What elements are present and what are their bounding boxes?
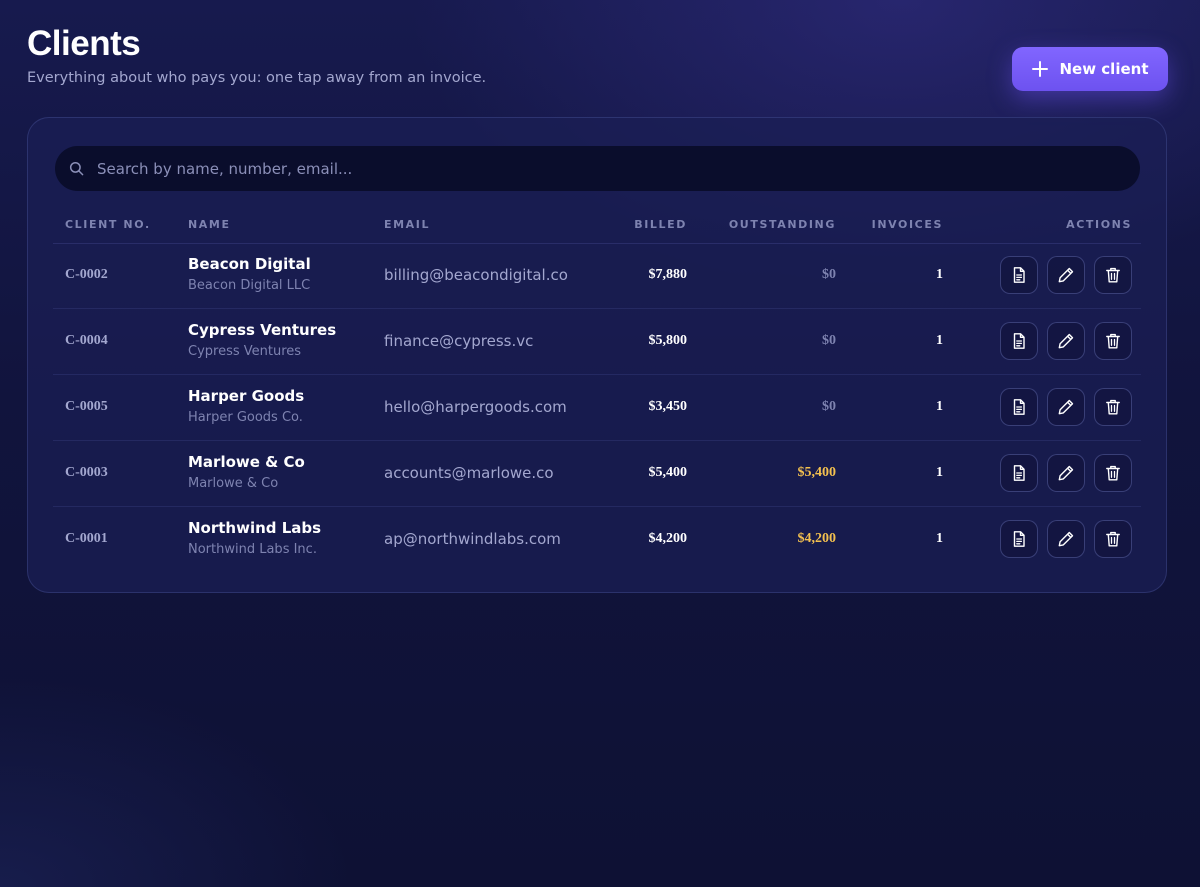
client-number: C-0002 [65, 267, 108, 282]
client-name[interactable]: Cypress Ventures [188, 321, 336, 339]
client-email[interactable]: finance@cypress.vc [384, 332, 533, 350]
document-icon [1013, 333, 1025, 349]
client-number: C-0004 [65, 333, 108, 348]
pencil-icon [1058, 399, 1074, 415]
client-name[interactable]: Harper Goods [188, 387, 304, 405]
row-actions [1000, 520, 1132, 558]
client-email[interactable]: billing@beacondigital.co [384, 266, 568, 284]
document-icon [1013, 465, 1025, 481]
outstanding-amount: $0 [822, 267, 836, 282]
client-company: Beacon Digital LLC [188, 278, 311, 293]
create-invoice-button[interactable] [1000, 520, 1038, 558]
document-icon [1013, 399, 1025, 415]
table-row[interactable]: C-0004 Cypress Ventures Cypress Ventures… [53, 309, 1141, 375]
new-client-label: New client [1059, 60, 1149, 78]
client-company: Northwind Labs Inc. [188, 542, 317, 557]
clients-table-body: C-0002 Beacon Digital Beacon Digital LLC… [53, 243, 1141, 572]
client-company: Cypress Ventures [188, 344, 302, 359]
invoice-count: 1 [936, 399, 943, 414]
table-row[interactable]: C-0002 Beacon Digital Beacon Digital LLC… [53, 243, 1141, 309]
trash-icon [1106, 531, 1120, 547]
search-box [55, 146, 1140, 191]
client-email[interactable]: hello@harpergoods.com [384, 398, 567, 416]
invoice-count: 1 [936, 333, 943, 348]
client-email[interactable]: accounts@marlowe.co [384, 464, 554, 482]
page-subtitle: Everything about who pays you: one tap a… [27, 70, 487, 86]
pencil-icon [1058, 333, 1074, 349]
delete-client-button[interactable] [1094, 454, 1132, 492]
client-number: C-0001 [65, 531, 108, 546]
page-title: Clients [27, 24, 141, 63]
plus-icon [1032, 61, 1049, 77]
edit-client-button[interactable] [1047, 454, 1085, 492]
row-actions [1000, 256, 1132, 294]
new-client-button[interactable]: New client [1012, 47, 1168, 91]
delete-client-button[interactable] [1094, 520, 1132, 558]
client-number: C-0003 [65, 465, 108, 480]
create-invoice-button[interactable] [1000, 388, 1038, 426]
trash-icon [1106, 267, 1120, 283]
outstanding-amount: $0 [822, 399, 836, 414]
table-row[interactable]: C-0001 Northwind Labs Northwind Labs Inc… [53, 507, 1141, 572]
edit-client-button[interactable] [1047, 388, 1085, 426]
pencil-icon [1058, 465, 1074, 481]
document-icon [1013, 531, 1025, 547]
table-row[interactable]: C-0005 Harper Goods Harper Goods Co. hel… [53, 375, 1141, 441]
table-header: CLIENT NO. NAME EMAIL BILLED OUTSTANDING… [53, 211, 1141, 244]
trash-icon [1106, 333, 1120, 349]
pencil-icon [1058, 531, 1074, 547]
invoice-count: 1 [936, 267, 943, 282]
delete-client-button[interactable] [1094, 322, 1132, 360]
column-header-client-no[interactable]: CLIENT NO. [65, 218, 151, 231]
edit-client-button[interactable] [1047, 520, 1085, 558]
table-row[interactable]: C-0003 Marlowe & Co Marlowe & Co account… [53, 441, 1141, 507]
client-name[interactable]: Northwind Labs [188, 519, 321, 537]
client-name[interactable]: Marlowe & Co [188, 453, 305, 471]
client-company: Harper Goods Co. [188, 410, 303, 425]
invoice-count: 1 [936, 465, 943, 480]
column-header-name[interactable]: NAME [188, 218, 231, 231]
edit-client-button[interactable] [1047, 256, 1085, 294]
create-invoice-button[interactable] [1000, 322, 1038, 360]
create-invoice-button[interactable] [1000, 454, 1038, 492]
outstanding-amount: $5,400 [797, 465, 837, 480]
column-header-email[interactable]: EMAIL [384, 218, 430, 231]
billed-amount: $4,200 [648, 531, 688, 546]
delete-client-button[interactable] [1094, 256, 1132, 294]
billed-amount: $7,880 [648, 267, 688, 282]
trash-icon [1106, 465, 1120, 481]
billed-amount: $5,400 [648, 465, 688, 480]
row-actions [1000, 322, 1132, 360]
delete-client-button[interactable] [1094, 388, 1132, 426]
document-icon [1013, 267, 1025, 283]
column-header-invoices[interactable]: INVOICES [872, 218, 943, 231]
outstanding-amount: $0 [822, 333, 836, 348]
trash-icon [1106, 399, 1120, 415]
billed-amount: $5,800 [648, 333, 688, 348]
column-header-billed[interactable]: BILLED [634, 218, 687, 231]
invoice-count: 1 [936, 531, 943, 546]
row-actions [1000, 388, 1132, 426]
client-name[interactable]: Beacon Digital [188, 255, 311, 273]
outstanding-amount: $4,200 [797, 531, 837, 546]
pencil-icon [1058, 267, 1074, 283]
client-number: C-0005 [65, 399, 108, 414]
column-header-actions: ACTIONS [1066, 218, 1132, 231]
billed-amount: $3,450 [648, 399, 688, 414]
column-header-outstanding[interactable]: OUTSTANDING [729, 218, 836, 231]
edit-client-button[interactable] [1047, 322, 1085, 360]
client-email[interactable]: ap@northwindlabs.com [384, 530, 561, 548]
client-company: Marlowe & Co [188, 476, 279, 491]
create-invoice-button[interactable] [1000, 256, 1038, 294]
row-actions [1000, 454, 1132, 492]
clients-card: CLIENT NO. NAME EMAIL BILLED OUTSTANDING… [27, 117, 1167, 593]
search-icon [69, 161, 84, 176]
search-input[interactable] [95, 146, 1127, 191]
